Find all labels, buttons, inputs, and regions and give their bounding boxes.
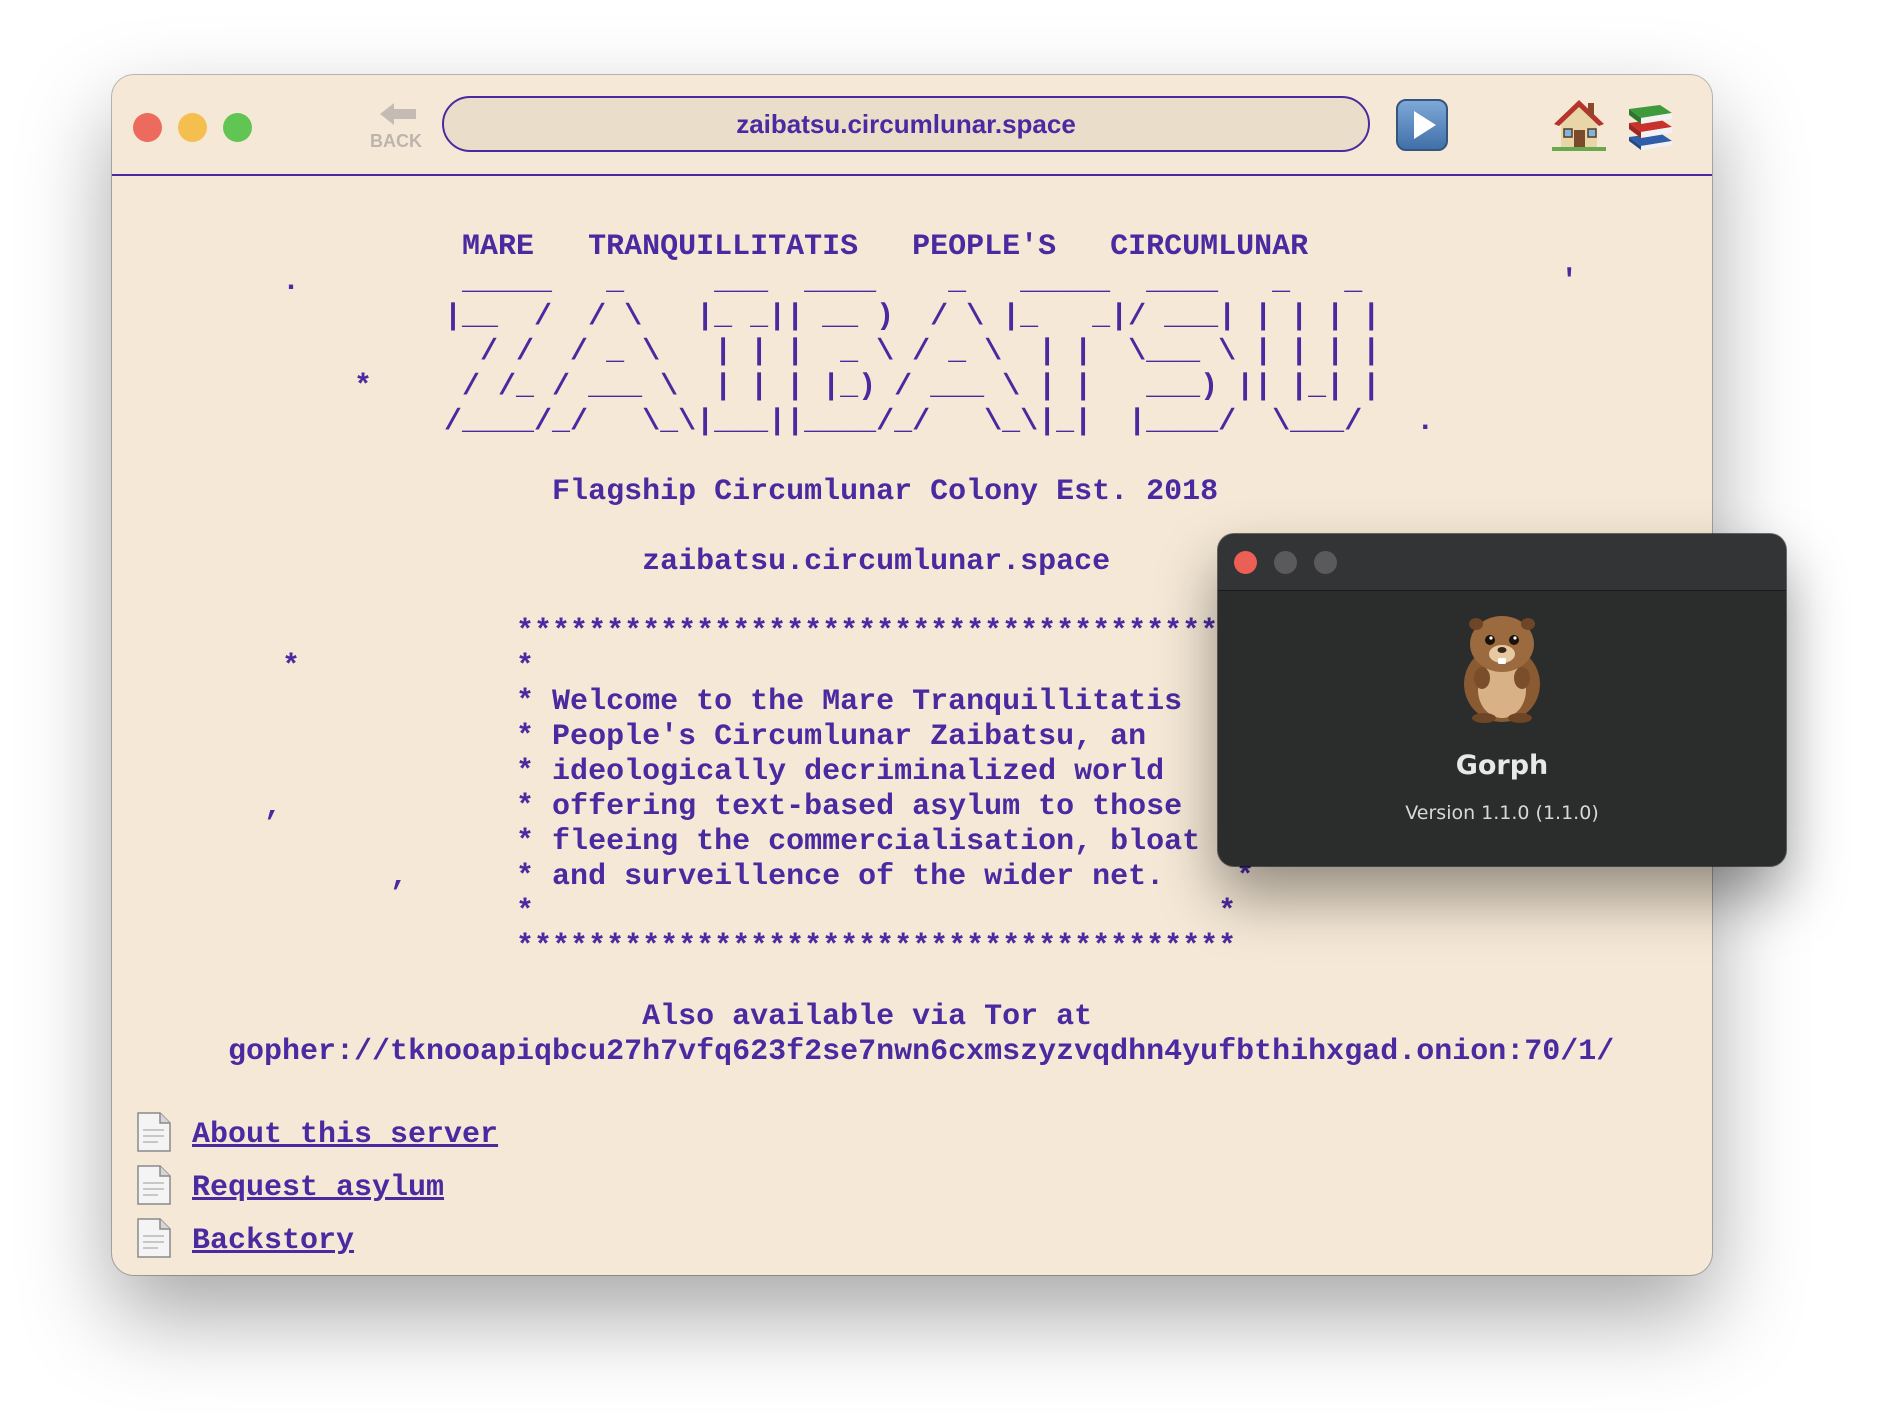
address-bar[interactable]: zaibatsu.circumlunar.space (442, 96, 1370, 152)
house-icon (1552, 100, 1606, 151)
zoom-window-button[interactable] (223, 113, 252, 142)
about-minimize-button (1274, 551, 1297, 574)
document-icon (137, 1218, 171, 1258)
about-zoom-button (1314, 551, 1337, 574)
document-icon (137, 1165, 171, 1205)
back-button-label: BACK (370, 131, 422, 151)
app-version: Version 1.1.0 (1.1.0) (1405, 802, 1599, 824)
document-icon (137, 1112, 171, 1152)
app-name: Gorph (1455, 750, 1549, 781)
minimize-window-button[interactable] (178, 113, 207, 142)
close-window-button[interactable] (133, 113, 162, 142)
home-button[interactable] (1552, 97, 1606, 151)
link-about-this-server[interactable]: About this server (192, 1118, 498, 1152)
gopher-icon (1464, 616, 1540, 723)
go-button[interactable] (1396, 99, 1448, 151)
about-close-button[interactable] (1234, 551, 1257, 574)
link-request-asylum[interactable]: Request asylum (192, 1171, 444, 1205)
about-dialog: Gorph Version 1.1.0 (1.1.0) (1218, 534, 1786, 866)
browser-toolbar: BACK zaibatsu.circumlunar.space (112, 75, 1712, 176)
books-icon (1629, 105, 1672, 150)
bookmarks-button[interactable] (1626, 97, 1676, 151)
about-dialog-titlebar (1218, 534, 1786, 591)
back-button[interactable]: BACK (364, 97, 428, 153)
link-backstory[interactable]: Backstory (192, 1224, 354, 1258)
play-icon (1396, 99, 1448, 151)
back-arrow-icon (380, 103, 416, 125)
